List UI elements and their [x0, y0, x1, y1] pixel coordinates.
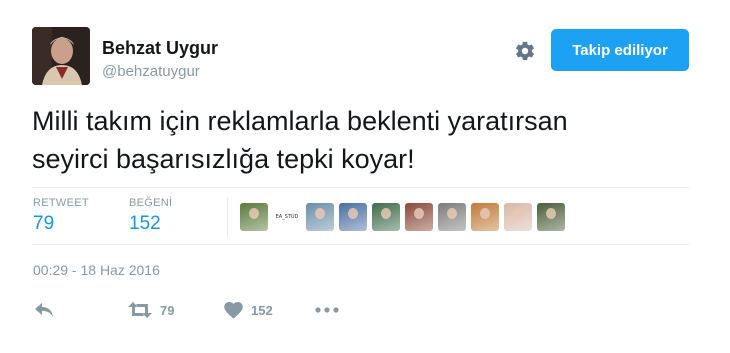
liker-avatar-figure [480, 208, 490, 219]
avatar[interactable] [32, 27, 90, 85]
liker-avatar[interactable] [438, 203, 466, 231]
liker-avatar[interactable] [405, 203, 433, 231]
retweet-stat-count[interactable]: 79 [33, 213, 54, 235]
liker-avatar-figure [414, 208, 424, 219]
retweet-action-count: 79 [160, 302, 175, 318]
liker-avatar[interactable]: EA_STUD [273, 203, 301, 231]
liker-avatar-figure [348, 208, 358, 219]
liker-avatar-figure [513, 208, 523, 219]
like-button[interactable]: 152 [224, 300, 273, 320]
liker-avatar[interactable] [306, 203, 334, 231]
gear-icon[interactable] [514, 40, 536, 62]
author-name[interactable]: Behzat Uygur [102, 38, 218, 59]
liker-avatar[interactable] [471, 203, 499, 231]
like-action-count: 152 [251, 302, 273, 318]
like-stat-label: BEĞENİ [129, 197, 173, 209]
liker-avatar[interactable] [240, 203, 268, 231]
heart-icon [224, 301, 243, 319]
retweet-stat-label: RETWEET [33, 197, 89, 209]
author-handle[interactable]: @behzatuygur [102, 63, 200, 80]
avatar-image [32, 27, 90, 85]
divider [32, 187, 689, 188]
reply-button[interactable] [34, 300, 54, 320]
liker-avatar[interactable] [537, 203, 565, 231]
more-button[interactable] [315, 300, 339, 320]
tweet-text-line: seyirci başarısızlığa tepki koyar! [32, 144, 415, 174]
liker-avatar-figure [315, 208, 325, 219]
liker-avatar-figure [447, 208, 457, 219]
liker-avatar-figure [381, 208, 391, 219]
liker-avatar-text: EA_STUD [273, 203, 301, 231]
liker-avatar-figure [249, 208, 259, 219]
retweet-icon [128, 302, 152, 318]
retweet-button[interactable]: 79 [128, 300, 174, 320]
liker-avatars: EA_STUD [240, 203, 565, 231]
liker-avatar[interactable] [339, 203, 367, 231]
tweet-text: Milli takım için reklamlarla beklenti ya… [32, 102, 692, 178]
liker-avatar[interactable] [504, 203, 532, 231]
reply-icon [35, 303, 53, 317]
tweet-timestamp[interactable]: 00:29 - 18 Haz 2016 [33, 262, 160, 278]
liker-avatar-figure [546, 208, 556, 219]
divider [32, 244, 689, 245]
liker-avatar[interactable] [372, 203, 400, 231]
tweet-text-line: Milli takım için reklamlarla beklenti ya… [32, 106, 568, 136]
more-icon [315, 307, 339, 313]
following-button[interactable]: Takip ediliyor [551, 29, 689, 71]
like-stat-count[interactable]: 152 [129, 213, 161, 235]
stats-separator [227, 197, 228, 237]
